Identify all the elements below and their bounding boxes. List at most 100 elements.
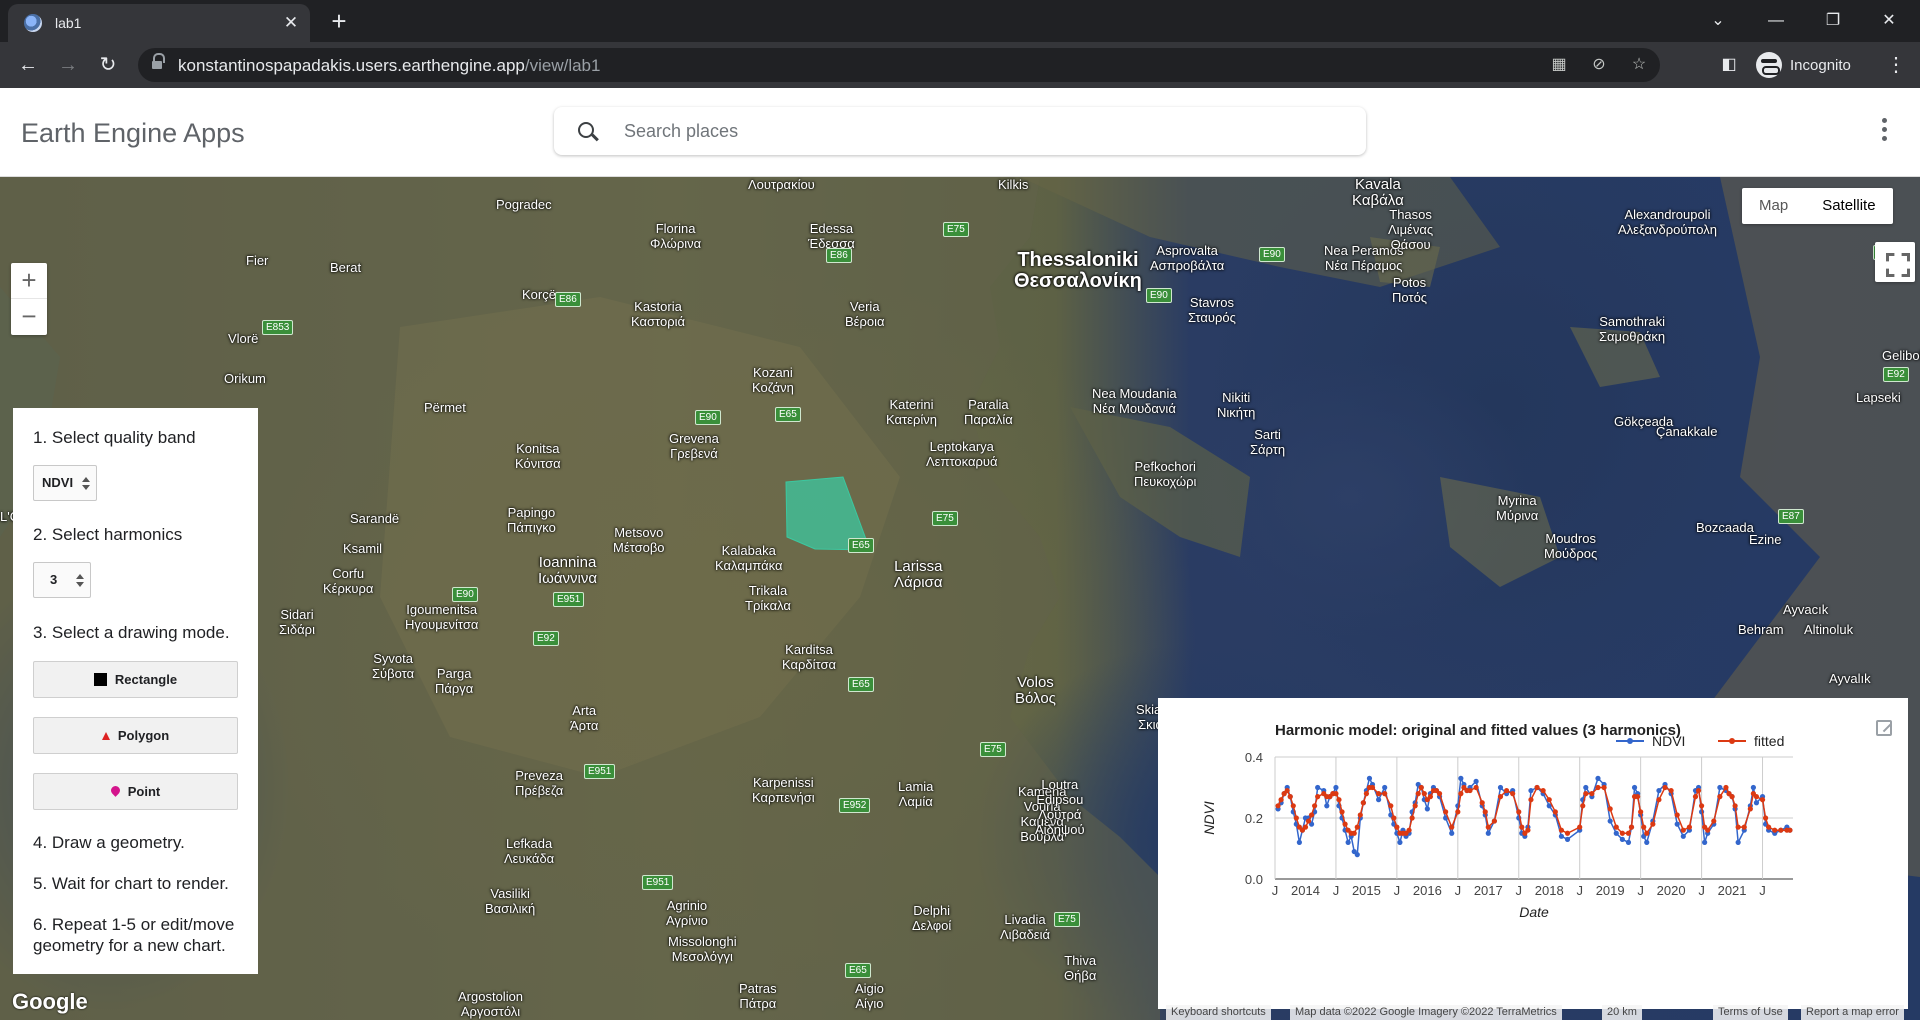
map-type-satellite-button[interactable]: Satellite (1805, 188, 1892, 224)
road-shield: E86 (826, 248, 852, 263)
data-point-NDVI (1528, 787, 1534, 794)
browser-menu-icon[interactable]: ⋮ (1882, 51, 1910, 79)
map-canvas[interactable]: Λουτρακίου Kilkis Kavala Καβάλα Pogradec Flo… (0, 177, 1920, 1020)
map-place-label: Paralia Παραλία (964, 397, 1013, 427)
search-places-box[interactable] (554, 107, 1366, 155)
lock-icon[interactable] (152, 53, 165, 70)
map-place-label: Sarti Σάρτη (1250, 427, 1286, 457)
data-point-NDVI (1753, 800, 1760, 806)
map-place-label: Florina Φλώρινα (650, 221, 702, 251)
tab-title: lab1 (55, 15, 82, 31)
map-place-label: Missolonghi Μεσολόγγι (668, 934, 737, 964)
quality-band-select[interactable]: NDVI (33, 465, 97, 501)
data-point-fitted (1479, 800, 1485, 806)
back-icon[interactable]: ← (14, 51, 42, 79)
data-point-fitted (1436, 791, 1443, 797)
zoom-in-button[interactable]: + (11, 263, 47, 299)
data-point-NDVI (1564, 836, 1571, 842)
new-tab-button[interactable]: + (325, 8, 353, 36)
data-point-fitted (1354, 824, 1360, 830)
data-point-NDVI (1296, 839, 1302, 845)
data-point-fitted (1275, 803, 1281, 809)
incognito-profile[interactable]: Incognito (1756, 49, 1851, 81)
side-panel-icon[interactable]: ◧ (1715, 51, 1743, 79)
search-places-input[interactable] (624, 119, 1324, 143)
data-point-fitted (1778, 827, 1784, 833)
data-point-fitted (1391, 815, 1397, 821)
data-point-fitted (1656, 797, 1662, 803)
data-point-fitted (1762, 815, 1769, 821)
tracking-protection-icon[interactable]: ⊘ (1588, 55, 1610, 75)
search-icon[interactable] (578, 122, 594, 138)
x-tick-label: J (1272, 883, 1279, 898)
x-tick-label: J (1333, 883, 1340, 898)
minimize-icon[interactable]: — (1753, 6, 1799, 36)
report-map-error-link[interactable]: Report a map error (1801, 1005, 1904, 1020)
data-point-fitted (1284, 787, 1290, 794)
x-tick-label: J (1698, 883, 1705, 898)
y-axis-label: NDVI (1201, 801, 1217, 835)
map-place-label: Asprovalta Ασπροβάλτα (1150, 243, 1225, 273)
tab-search-icon[interactable]: ⌄ (1695, 6, 1741, 36)
data-point-fitted (1412, 803, 1418, 809)
data-point-fitted (1473, 784, 1479, 791)
data-point-fitted (1485, 824, 1491, 830)
data-point-fitted (1455, 809, 1461, 815)
x-tick-label: J (1394, 883, 1401, 898)
map-place-label: Leptokarya Λεπτοκαρυά (926, 439, 998, 469)
polygon-icon (101, 731, 110, 740)
data-point-fitted (1357, 812, 1363, 818)
keyboard-shortcuts-link[interactable]: Keyboard shortcuts (1166, 1005, 1271, 1020)
road-shield: E92 (533, 631, 559, 646)
data-point-fitted (1668, 787, 1674, 794)
polygon-mode-button[interactable]: Polygon (33, 717, 238, 754)
data-point-NDVI (1674, 821, 1680, 827)
qr-code-icon[interactable]: ▦ (1548, 55, 1570, 75)
harmonics-select[interactable]: 3 (33, 562, 91, 598)
data-point-fitted (1312, 803, 1318, 809)
map-place-label: Ksamil (343, 541, 383, 556)
map-place-label: Stavros Σταυρός (1188, 295, 1236, 325)
browser-tab[interactable]: lab1 ✕ (8, 4, 310, 42)
data-point-NDVI (1619, 836, 1625, 842)
scale-bar[interactable]: 20 km (1602, 1005, 1642, 1020)
road-shield: E853 (262, 320, 294, 335)
map-place-label: Kastoria Καστοριά (631, 299, 686, 329)
close-window-icon[interactable]: ✕ (1866, 6, 1912, 36)
data-point-NDVI (1485, 830, 1491, 836)
data-point-NDVI (1315, 784, 1321, 791)
map-place-label: Berat (330, 260, 362, 275)
bookmark-star-icon[interactable]: ☆ (1628, 55, 1650, 75)
reload-icon[interactable]: ↻ (94, 51, 122, 79)
address-bar[interactable]: konstantinospapadakis.users.earthengine.… (138, 48, 1660, 82)
map-type-map-button[interactable]: Map (1742, 188, 1805, 224)
more-options-icon[interactable] (1874, 118, 1894, 146)
close-tab-icon[interactable]: ✕ (280, 12, 302, 34)
point-mode-button[interactable]: Point (33, 773, 238, 810)
map-place-label: Edessa Έδεσσα (808, 221, 855, 251)
map-place-label: Arta Άρτα (570, 703, 599, 733)
browser-toolbar: ← → ↻ konstantinospapadakis.users.earthe… (0, 42, 1920, 88)
point-icon (111, 786, 120, 797)
data-point-fitted (1516, 809, 1522, 815)
data-point-fitted (1772, 827, 1778, 833)
restore-icon[interactable]: ❐ (1810, 6, 1856, 36)
fullscreen-icon[interactable] (1875, 242, 1915, 282)
data-point-fitted (1382, 791, 1388, 797)
terms-of-use-link[interactable]: Terms of Use (1713, 1005, 1788, 1020)
forward-icon[interactable]: → (54, 51, 82, 79)
data-point-fitted (1577, 824, 1583, 830)
x-tick-label: J (1455, 883, 1462, 898)
road-shield: E75 (980, 742, 1006, 757)
data-point-fitted (1644, 830, 1650, 836)
x-tick-label: 2018 (1535, 883, 1564, 898)
step-5-label: 5. Wait for chart to render. (33, 874, 229, 893)
map-place-label: Katerini Κατερίνη (886, 397, 937, 427)
open-in-new-icon[interactable] (1876, 720, 1892, 736)
rectangle-mode-button[interactable]: Rectangle (33, 661, 238, 698)
road-shield: E90 (695, 410, 721, 425)
polygon-label: Polygon (117, 728, 170, 743)
data-point-fitted (1333, 791, 1339, 797)
zoom-out-button[interactable]: − (11, 299, 47, 335)
y-tick-label: 0.4 (1245, 750, 1263, 765)
